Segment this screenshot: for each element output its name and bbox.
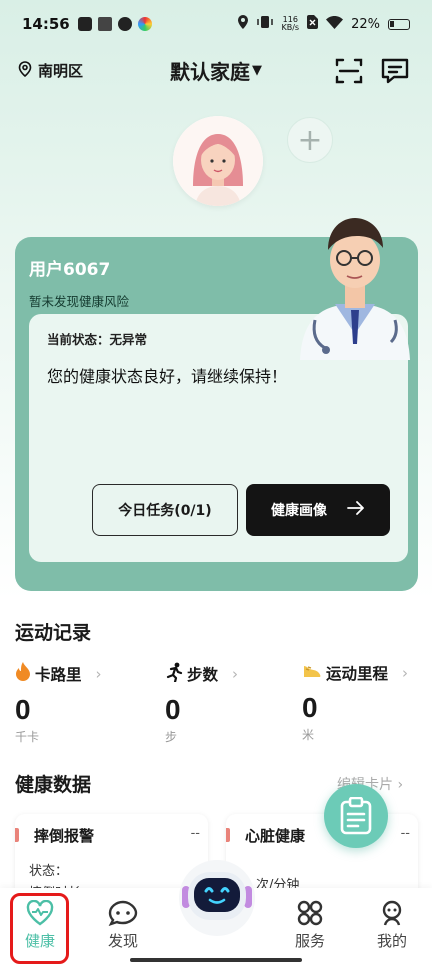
calorie-unit: 千卡 <box>15 730 40 744</box>
message-button[interactable] <box>380 56 410 86</box>
wifi-icon <box>326 15 344 33</box>
card-accent-bar <box>15 828 19 842</box>
chevron-right-icon: › <box>402 664 409 682</box>
avatar-illustration <box>173 116 263 206</box>
chevron-right-icon: › <box>397 777 404 793</box>
doctor-illustration <box>290 200 420 360</box>
daily-task-button[interactable]: 今日任务(0/1) <box>92 484 238 536</box>
nav-discover-label: 发现 <box>107 932 138 950</box>
status-right: 116 KB/s 22% <box>237 15 410 33</box>
steps-stat[interactable]: 步数 › 0 步 <box>165 662 295 752</box>
colorful-app-icon <box>137 17 152 31</box>
sport-section-title: 运动记录 <box>15 622 92 644</box>
app-notification-icon <box>77 17 92 31</box>
location-pin-icon <box>18 60 32 81</box>
net-speed-unit: KB/s <box>281 23 300 32</box>
shoe-icon <box>302 663 322 683</box>
health-portrait-button[interactable]: 健康画像 <box>246 484 390 536</box>
fall-alarm-value: -- <box>190 826 200 841</box>
ai-assistant-button[interactable] <box>174 856 260 936</box>
battery-icon <box>388 18 410 30</box>
steps-label: 步数 <box>187 666 219 684</box>
robot-icon <box>179 860 255 936</box>
grid-icon <box>297 900 323 926</box>
calorie-value: 0 <box>15 694 31 725</box>
state-label: 当前状态：无异常 <box>47 332 148 347</box>
net-speed: 116 KB/s <box>281 16 299 32</box>
running-icon <box>165 662 183 686</box>
fall-status-line: 状态： <box>29 864 69 879</box>
person-icon <box>382 900 402 926</box>
user-avatar[interactable] <box>173 116 263 206</box>
flame-icon <box>15 662 31 686</box>
status-time: 14:56 <box>22 15 70 33</box>
steps-value: 0 <box>165 694 181 725</box>
scan-button[interactable] <box>334 56 364 86</box>
health-data-title: 健康数据 <box>15 774 92 796</box>
chevron-right-icon: › <box>232 665 239 683</box>
family-selector[interactable]: 默认家庭 ▼ <box>170 56 262 85</box>
vibrate-icon <box>257 15 274 33</box>
distance-stat[interactable]: 运动里程 › 0 米 <box>302 662 432 752</box>
nav-discover[interactable]: 发现 <box>93 900 153 951</box>
user-name: 用户6067 <box>29 260 111 280</box>
nav-service-label: 服务 <box>294 932 325 950</box>
arrow-right-icon <box>347 501 365 519</box>
home-indicator <box>130 958 302 962</box>
risk-text: 暂未发现健康风险 <box>29 294 130 309</box>
distance-label: 运动里程 <box>326 665 389 683</box>
add-member-button[interactable]: + <box>287 117 333 163</box>
heart-health-value: -- <box>400 826 410 841</box>
steps-header: 步数 › <box>165 662 295 686</box>
caret-down-icon: ▼ <box>252 63 262 78</box>
family-label: 默认家庭 <box>170 60 250 84</box>
state-text: 您的健康状态良好，请继续保持！ <box>47 367 288 386</box>
nav-service[interactable]: 服务 <box>280 900 340 951</box>
header: 南明区 默认家庭 ▼ <box>0 52 432 92</box>
daily-task-label: 今日任务(0/1) <box>118 503 212 519</box>
distance-unit: 米 <box>302 728 315 742</box>
plus-icon: + <box>297 122 323 158</box>
location-pin-icon <box>237 15 249 33</box>
chevron-right-icon: › <box>95 665 102 683</box>
crown-icon <box>97 17 112 31</box>
app-notification-icon <box>117 17 132 31</box>
status-bar: 14:56 116 KB/s 22% <box>0 0 432 48</box>
scan-icon <box>335 58 363 84</box>
battery-percent: 22% <box>351 16 380 32</box>
calorie-label: 卡路里 <box>35 666 82 684</box>
distance-value: 0 <box>302 692 318 723</box>
nav-mine[interactable]: 我的 <box>362 900 422 951</box>
steps-unit: 步 <box>165 730 178 744</box>
heart-health-title: 心脏健康 <box>245 827 306 845</box>
nav-mine-label: 我的 <box>376 932 407 950</box>
location-selector[interactable]: 南明区 <box>18 60 83 81</box>
distance-header: 运动里程 › <box>302 662 432 684</box>
card-accent-bar <box>226 828 230 842</box>
location-label: 南明区 <box>38 62 84 80</box>
chat-bubble-icon <box>108 900 138 926</box>
health-report-float-button[interactable] <box>324 784 388 848</box>
fall-alarm-title: 摔倒报警 <box>34 827 95 845</box>
clipboard-icon <box>340 797 372 835</box>
notification-icons <box>77 17 152 31</box>
selection-highlight <box>10 893 69 964</box>
health-portrait-label: 健康画像 <box>271 503 327 519</box>
no-sim-icon <box>307 15 319 33</box>
calorie-stat[interactable]: 卡路里 › 0 千卡 <box>15 662 145 752</box>
calorie-header: 卡路里 › <box>15 662 145 686</box>
message-icon <box>381 58 409 84</box>
